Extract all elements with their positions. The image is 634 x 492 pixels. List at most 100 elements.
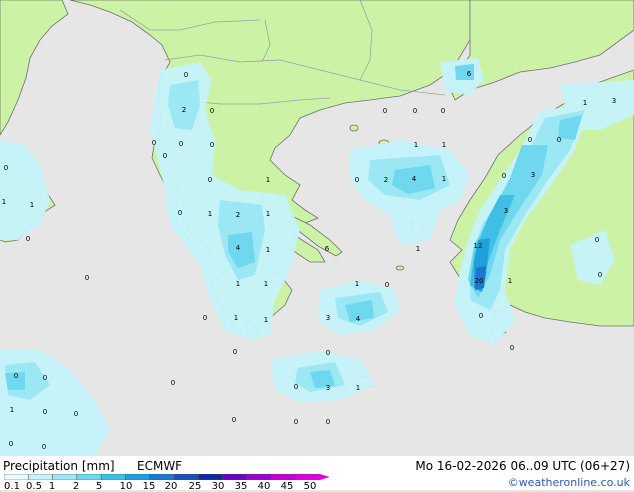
scale-tick-label: 25 [188,481,202,492]
precip-value-label: 1 [236,280,240,288]
scale-tick-label: 20 [164,481,178,492]
precip-value-label: 0 [557,136,561,144]
scale-tick-label: 30 [211,481,225,492]
precip-value-label: 0 [326,418,330,426]
precip-value-label: 0 [171,379,175,387]
precip-value-label: 3 [326,314,330,322]
precip-value-label: 0 [479,312,483,320]
precip-value-label: 0 [179,140,183,148]
scale-swatch [100,474,126,480]
precip-value-label: 2 [384,176,388,184]
precip-value-label: 1 [30,201,34,209]
precip-color-scale [4,474,330,480]
precip-value-label: 2 [236,211,240,219]
precip-value-label: 3 [504,207,508,215]
site-credit[interactable]: ©weatheronline.co.uk [508,476,630,489]
scale-tick-label: 40 [257,481,271,492]
precip-value-label: 0 [502,172,506,180]
precip-value-label: 0 [598,271,602,279]
precip-value-label: 0 [43,408,47,416]
precip-value-label: 0 [232,416,236,424]
land-islet [349,124,359,132]
precipitation-map: 02 00 0 0000 11 10 1 2 104 1 601 1 1 00 1 1 3 40 00 00 0 3 11 0… [0,0,634,456]
scale-swatch [52,474,78,480]
precip-value-label: 0 [208,176,212,184]
scale-swatch [125,474,151,480]
precip-value-label: 0 [528,136,532,144]
precip-value-label: 0 [210,107,214,115]
precip-value-label: 1 [264,316,268,324]
weather-map-frame: 0200000001110121041601110011340000003110… [0,0,634,492]
precip-value-label: 0 [233,348,237,356]
precip-value-label: 0 [510,344,514,352]
scale-tick-label: 15 [142,481,156,492]
precip-value-label: 0 [178,209,182,217]
scale-swatch [271,474,296,480]
scale-tick-label: 50 [303,481,317,492]
scale-tick-label: 5 [95,481,103,492]
precip-value-label: 1 [266,210,270,218]
map-title: Precipitation [mm] [3,459,115,473]
scale-tick-label: 10 [119,481,133,492]
precip-value-label: 1 [508,277,512,285]
precip-value-label: 0 [26,235,30,243]
precip-value-label: 0 [441,107,445,115]
scale-swatch [149,474,175,480]
precip-value-label: 0 [383,107,387,115]
precip-value-label: 12 [474,242,483,250]
scale-swatch [198,474,223,480]
precip-value-label: 4 [412,175,417,183]
precip-value-label: 1 [355,280,359,288]
precip-value-label: 1 [442,175,446,183]
scale-swatch [222,474,248,480]
precip-value-label: 3 [531,171,535,179]
precip-value-label: 0 [74,410,78,418]
precip-value-label: 1 [442,141,446,149]
precip-value-label: 0 [152,139,156,147]
precip-value-label: 1 [266,176,270,184]
precip-value-label: 0 [355,176,359,184]
precip-value-label: 0 [203,314,207,322]
scale-swatch [246,474,272,480]
precip-value-label: 0 [326,349,330,357]
precip-value-label: 0 [294,418,298,426]
precip-value-label: 6 [325,245,330,253]
precip-value-label: 0 [184,71,188,79]
precip-value-label: 2 [182,106,186,114]
precip-value-label: 0 [9,440,13,448]
land-islet [395,265,405,271]
precip-value-label: 4 [356,315,361,323]
precip-value-label: 3 [612,97,616,105]
precip-value-label: 0 [385,281,389,289]
scale-tick-label: 0.1 [4,481,20,492]
precip-value-label: 0 [14,372,18,380]
precip-value-label: 0 [42,443,46,451]
valid-time: Mo 16-02-2026 06..09 UTC (06+27) [415,459,630,473]
scale-swatch [173,474,199,480]
precip-value-label: 0 [595,236,599,244]
precip-value-label: 0 [4,164,8,172]
precip-value-label: 6 [467,70,472,78]
precip-value-label: 3 [326,384,330,392]
precip-value-label: 0 [43,374,47,382]
precip-value-label: 20 [475,277,484,285]
precip-value-label: 1 [234,314,238,322]
precip-value-label: 1 [414,141,418,149]
precip-value-label: 0 [163,152,167,160]
precip-value-label: 1 [208,210,212,218]
precip-value-label: 1 [264,280,268,288]
scale-swatch [28,474,53,480]
precip-value-label: 0 [85,274,89,282]
precip-value-label: 1 [583,99,587,107]
scale-tick-label: 2 [72,481,80,492]
precip-value-label: 1 [416,245,420,253]
precip-value-label: 4 [236,244,241,252]
precip-value-label: 0 [294,383,298,391]
scale-swatch [295,474,321,480]
scale-arrow [319,474,330,480]
scale-tick-label: 45 [280,481,294,492]
scale-tick-label: 1 [48,481,56,492]
precip-value-label: 0 [210,141,214,149]
precip-value-label: 1 [10,406,14,414]
precip-value-label: 0 [413,107,417,115]
